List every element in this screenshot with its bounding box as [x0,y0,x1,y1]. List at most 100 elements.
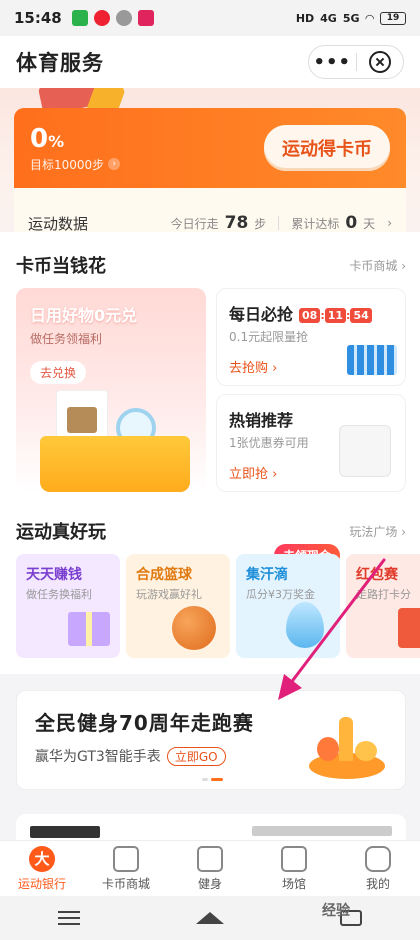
menu-icon[interactable] [58,911,80,925]
chevron-right-icon: › [108,158,121,170]
more-menu-button[interactable]: ••• [309,52,356,73]
next-section-peek [16,814,406,840]
steps-percent-value: 0 [30,123,49,154]
tab-label: 健身 [197,876,222,891]
game-subtitle: 做任务换福利 [26,588,92,601]
status-time: 15:48 [14,9,62,27]
banner-subtitle: 赢华为GT3智能手表 [35,749,161,765]
chevron-right-icon: › [387,216,392,230]
miniapp-capsule: ••• [308,45,404,79]
runner-icon [29,845,55,872]
play-plaza-link-label: 玩法广场 [349,524,398,539]
app-notification-icon [115,10,132,26]
tab-fitness[interactable]: 健身 [168,841,252,896]
next-section-link-placeholder [252,826,392,836]
system-nav-bar [0,896,420,940]
game-card-basketball[interactable]: 合成篮球 玩游戏赢好礼 [126,554,230,658]
steps-progress-block: 0% 目标10000步 › [30,124,121,173]
close-button[interactable] [356,51,403,73]
flash-sale-card[interactable]: 每日必抢 08:11:54 0.1元起限量抢 去抢购 › [216,288,406,386]
daily-goods-card[interactable]: 日用好物0元兑 做任务领福利 去兑换 [16,288,206,492]
game-card-earn[interactable]: 天天赚钱 做任务换福利 [16,554,120,658]
basket-image [40,436,190,492]
daily-goods-title: 日用好物0元兑 [30,306,138,325]
tab-venues[interactable]: 场馆 [252,841,336,896]
tab-label: 场馆 [281,876,306,891]
tab-mine[interactable]: 我的 [336,841,420,896]
app-notification-icon [137,10,154,26]
flash-sale-header: 每日必抢 08:11:54 [229,301,393,325]
carousel-indicator [202,778,223,781]
hd-icon: HD [295,11,315,25]
game-card-sweat-drops[interactable]: 集汗滴 瓜分¥3万奖金 [236,554,340,658]
red-packet-icon [398,608,420,648]
total-days-label: 累计达标 [291,216,340,231]
watermark: 经验 [322,903,350,919]
body-scale-image [339,425,391,477]
shop-icon [113,845,139,872]
earn-coins-button[interactable]: 运动得卡币 [264,125,390,171]
steps-progress-panel: 0% 目标10000步 › 运动得卡币 [14,108,406,188]
carousel-dot [202,778,208,781]
status-indicators: HD 4G 5G ◠ 19 [295,11,406,25]
game-subtitle: 瓜分¥3万奖金 [246,588,315,601]
signal-4g-icon: 4G [320,11,337,25]
countdown-hours: 08 [299,307,321,323]
game-title: 集汗滴 [246,567,288,583]
game-card-red-packet[interactable]: 红包赛 走路打卡分 [346,554,420,658]
banner-go-button[interactable]: 立即GO [166,746,226,766]
steps-goal[interactable]: 目标10000步 › [30,156,121,173]
wifi-icon: ◠ [365,11,374,25]
page-title: 体育服务 [16,51,104,75]
flash-sale-title: 每日必抢 [229,305,294,324]
play-plaza-link[interactable]: 玩法广场 › [349,523,406,540]
countdown-seconds: 54 [350,307,372,323]
tab-coin-mall[interactable]: 卡币商城 [84,841,168,896]
marathon-banner[interactable]: 全民健身70周年走跑赛 赢华为GT3智能手表 立即GO [16,690,406,790]
hot-recommend-card[interactable]: 热销推荐 1张优惠券可用 立即抢 › [216,394,406,492]
daily-goods-subtitle: 做任务领福利 [30,332,103,346]
next-section-title-placeholder [30,826,100,838]
sport-stats: 今日行走 78 步 累计达标 0 天 › [171,213,392,233]
games-section-header: 运动真好玩 玩法广场 › [16,518,406,544]
close-icon [368,51,391,73]
illustration-tower [339,717,353,761]
tab-label: 卡币商城 [101,876,150,891]
app-notification-icon [93,10,110,26]
stats-divider [278,216,280,230]
tab-sport-bank[interactable]: 运动银行 [0,841,84,896]
today-steps-label: 今日行走 [170,216,219,231]
redeem-button[interactable]: 去兑换 [30,361,87,384]
steps-goal-label: 目标10000步 [30,157,105,172]
coin-mall-link[interactable]: 卡币商城 › [349,257,406,274]
tab-label: 运动银行 [17,876,66,891]
title-bar: 体育服务 ••• [0,36,420,88]
coin-section-title: 卡币当钱花 [16,256,106,277]
game-title: 合成篮球 [136,567,192,583]
steps-percent-unit: % [48,131,65,151]
coin-mall-link-label: 卡币商城 [349,258,398,273]
gift-box-icon [68,612,110,646]
tab-label: 我的 [365,876,390,891]
main-content[interactable]: 0% 目标10000步 › 运动得卡币 运动数据 今日行走 78 步 累计达标 0… [0,88,420,840]
game-title: 红包赛 [356,567,398,583]
home-icon[interactable] [196,912,224,924]
countdown-timer: 08:11:54 [299,304,372,323]
total-days-value: 0 [345,213,358,233]
illustration-shape [355,741,377,761]
banner-illustration [305,709,385,779]
signal-5g-icon: 5G [342,11,360,25]
today-steps-value: 78 [224,213,249,233]
app-notification-icon [71,10,88,26]
flash-sale-button-label: 去抢购 [229,361,269,376]
sport-data-label: 运动数据 [28,214,89,233]
bottom-tab-bar: 运动银行 卡币商城 健身 场馆 我的 [0,840,420,896]
steps-percent: 0% [30,124,120,154]
grab-now-button-label: 立即抢 [229,467,269,482]
total-days-unit: 天 [363,216,376,231]
game-subtitle: 走路打卡分 [356,588,411,601]
building-icon [281,845,307,872]
flash-sale-subtitle: 0.1元起限量抢 [229,330,309,344]
basketball-icon [172,606,216,650]
app-screen: 15:48 HD 4G 5G ◠ 19 体育服务 ••• 0% 目标10000步… [0,0,420,940]
